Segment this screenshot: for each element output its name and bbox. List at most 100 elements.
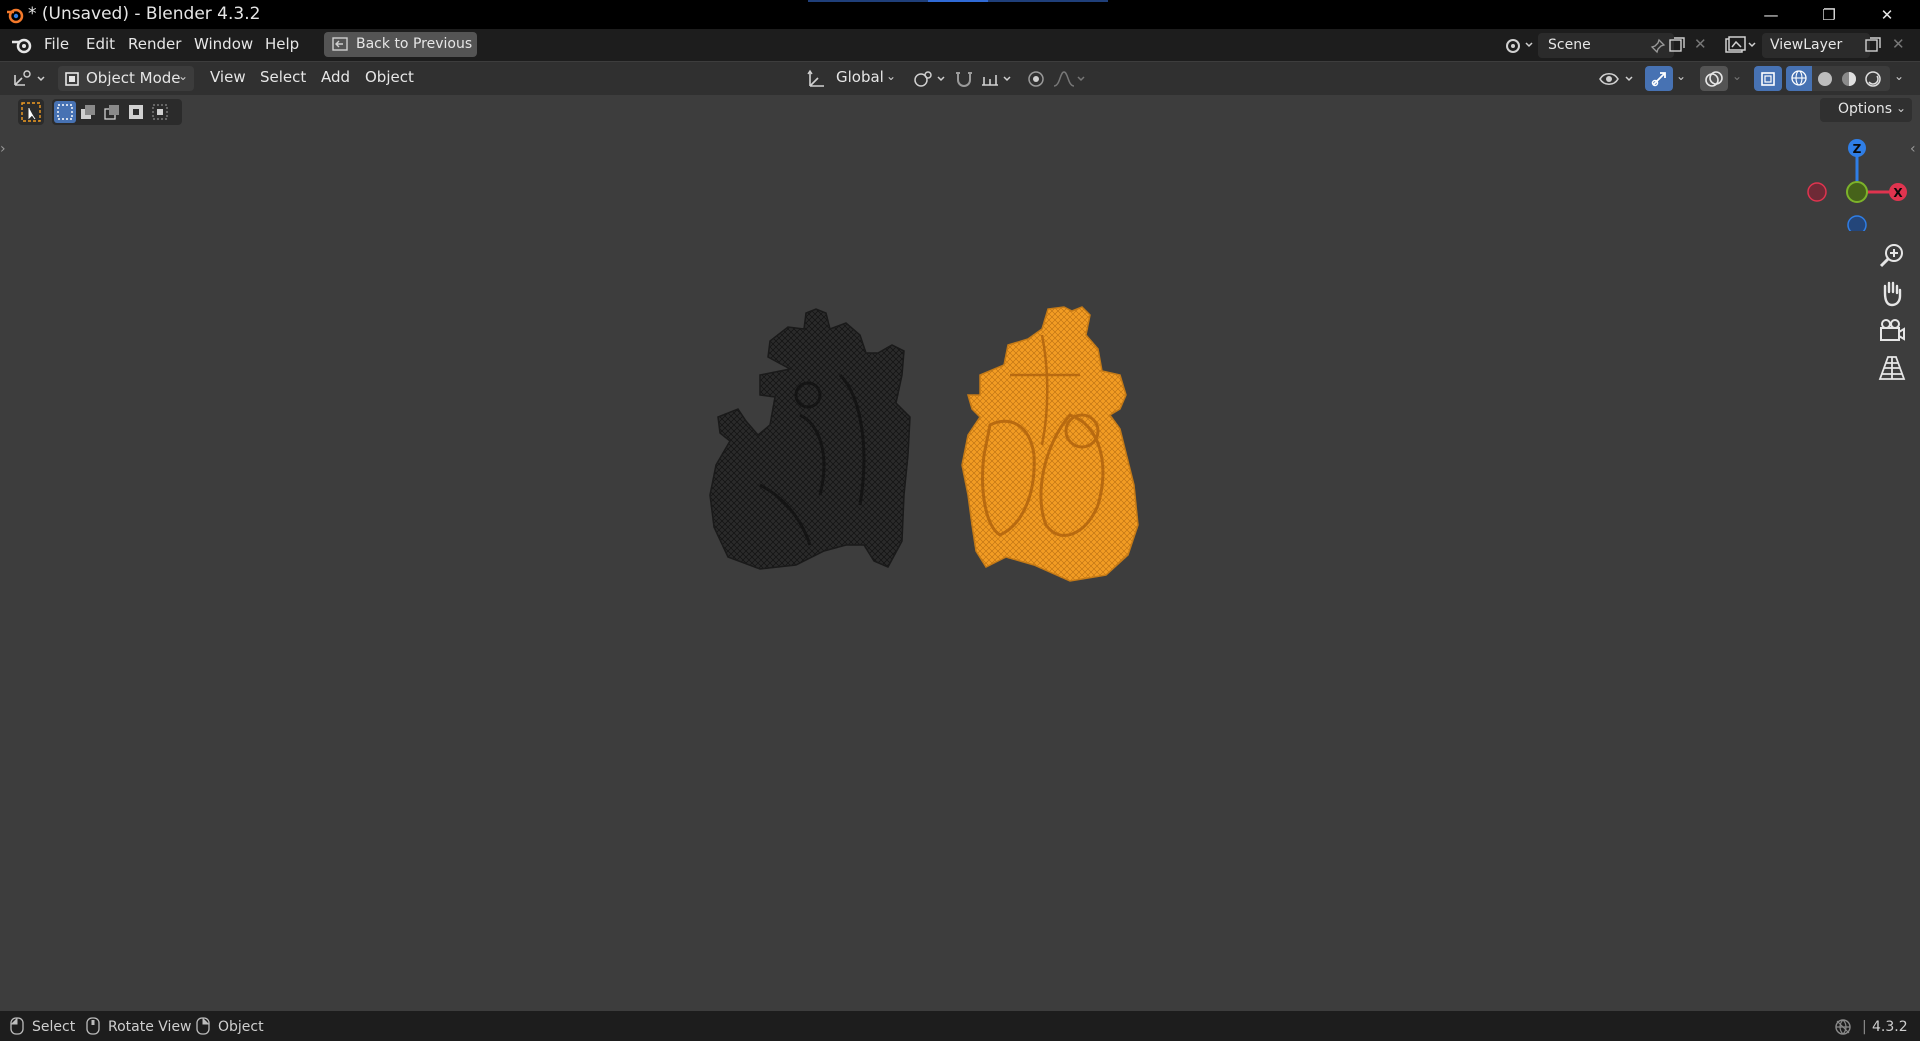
delete-view-layer-icon[interactable]: ✕ bbox=[1892, 35, 1905, 53]
back-arrow-icon bbox=[332, 37, 348, 51]
header-menu-select[interactable]: Select bbox=[260, 68, 306, 86]
editor-type-icon[interactable] bbox=[12, 69, 48, 89]
network-offline-icon bbox=[1835, 1019, 1851, 1035]
axis-z-label: Z bbox=[1853, 142, 1862, 156]
chevron-down-icon: ⌄ bbox=[886, 69, 897, 83]
status-select: Select bbox=[32, 1019, 76, 1035]
select-cursor-icon bbox=[21, 102, 41, 122]
pivot-point-icon[interactable] bbox=[912, 69, 948, 89]
restore-button[interactable]: ❐ bbox=[1800, 0, 1858, 29]
select-invert-icon[interactable] bbox=[128, 104, 144, 120]
snap-target-icon[interactable] bbox=[980, 69, 1016, 89]
view-layer-name: ViewLayer bbox=[1770, 37, 1843, 53]
select-extend-icon[interactable] bbox=[80, 104, 96, 120]
mouse-middle-icon bbox=[86, 1017, 100, 1035]
version-label: 4.3.2 bbox=[1872, 1019, 1908, 1035]
mouse-left-icon bbox=[10, 1017, 24, 1035]
menu-render[interactable]: Render bbox=[128, 35, 181, 53]
scene-name: Scene bbox=[1548, 37, 1591, 53]
menu-window[interactable]: Window bbox=[194, 35, 253, 53]
axis-y-ball[interactable] bbox=[1846, 181, 1868, 203]
pin-icon[interactable] bbox=[1650, 38, 1666, 54]
view-layer-icon[interactable] bbox=[1724, 35, 1758, 55]
zoom-view-icon[interactable] bbox=[1877, 241, 1907, 271]
view-layer-field[interactable]: ViewLayer bbox=[1762, 33, 1870, 58]
select-mode-set-button[interactable] bbox=[54, 101, 76, 123]
pan-hand-icon[interactable] bbox=[1877, 278, 1907, 308]
scene-type-icon[interactable] bbox=[1504, 35, 1536, 55]
menu-file[interactable]: File bbox=[44, 35, 69, 53]
delete-scene-icon[interactable]: ✕ bbox=[1694, 35, 1707, 53]
solid-shading-icon[interactable] bbox=[1817, 71, 1833, 87]
wireframe-sphere-icon bbox=[1791, 70, 1807, 86]
wireframe-shading-button[interactable] bbox=[1786, 66, 1812, 91]
select-intersect-icon[interactable] bbox=[152, 104, 168, 120]
title-accent-highlight bbox=[928, 0, 988, 2]
header-menu-object[interactable]: Object bbox=[365, 68, 414, 86]
window-title: * (Unsaved) - Blender 4.3.2 bbox=[28, 4, 261, 24]
falloff-curve-icon[interactable] bbox=[1052, 69, 1088, 89]
axis-neg-z-ball[interactable] bbox=[1847, 215, 1867, 231]
xray-toggle-button[interactable] bbox=[1754, 66, 1782, 91]
chevron-down-icon[interactable]: ⌄ bbox=[1894, 69, 1904, 83]
material-shading-icon[interactable] bbox=[1841, 71, 1857, 87]
status-bar: Select Rotate View Object | 4.3.2 bbox=[0, 1011, 1920, 1041]
gizmo-toggle-button[interactable] bbox=[1645, 66, 1673, 91]
xray-icon bbox=[1761, 72, 1775, 86]
new-view-layer-icon[interactable] bbox=[1864, 36, 1882, 54]
mode-label: Object Mode bbox=[86, 69, 181, 87]
camera-view-icon[interactable] bbox=[1877, 316, 1907, 346]
chevron-down-icon[interactable]: ⌄ bbox=[1676, 69, 1686, 83]
selectability-visibility-icon[interactable] bbox=[1598, 69, 1638, 89]
header-menu-add[interactable]: Add bbox=[321, 68, 350, 86]
chevron-down-icon[interactable]: ⌄ bbox=[1732, 69, 1742, 83]
scene-field[interactable]: Scene bbox=[1538, 33, 1674, 58]
minimize-button[interactable]: — bbox=[1742, 0, 1800, 29]
status-rotate-view: Rotate View bbox=[108, 1019, 192, 1035]
chevron-down-icon: ⌄ bbox=[178, 69, 189, 83]
magnet-snap-icon[interactable] bbox=[954, 69, 974, 89]
transform-orientation-icon[interactable] bbox=[806, 69, 828, 89]
selection-mode-group bbox=[52, 99, 182, 125]
header-menu-view[interactable]: View bbox=[210, 68, 246, 86]
chevron-down-icon: ⌄ bbox=[1896, 101, 1907, 115]
shading-mode-group bbox=[1786, 66, 1890, 91]
transform-orientation-label[interactable]: Global bbox=[836, 68, 884, 86]
options-label: Options bbox=[1838, 101, 1893, 117]
overlays-icon bbox=[1705, 71, 1723, 87]
new-scene-icon[interactable] bbox=[1668, 36, 1686, 54]
perspective-grid-icon[interactable] bbox=[1877, 353, 1907, 383]
gizmo-icon bbox=[1651, 72, 1666, 87]
mode-dropdown[interactable]: Object Mode ⌄ bbox=[58, 66, 194, 91]
status-object: Object bbox=[218, 1019, 264, 1035]
menu-help[interactable]: Help bbox=[265, 35, 299, 53]
back-to-previous-button[interactable]: Back to Previous bbox=[324, 32, 477, 57]
select-subtract-icon[interactable] bbox=[104, 104, 120, 120]
navigation-gizmo[interactable]: Z X bbox=[1800, 133, 1910, 231]
title-bar: * (Unsaved) - Blender 4.3.2 — ❐ ✕ bbox=[0, 0, 1920, 29]
object-mode-icon bbox=[65, 72, 79, 86]
back-to-previous-label: Back to Previous bbox=[356, 36, 473, 52]
axis-x-label: X bbox=[1893, 186, 1903, 200]
heart-mesh-dark[interactable] bbox=[709, 308, 911, 570]
overlays-toggle-button[interactable] bbox=[1700, 66, 1728, 91]
axis-neg-x-ball[interactable] bbox=[1807, 182, 1827, 202]
toolbar-expand-arrow-icon[interactable]: › bbox=[0, 141, 6, 157]
select-set-icon bbox=[57, 104, 73, 120]
top-menu-bar: File Edit Render Window Help Back to Pre… bbox=[0, 29, 1920, 61]
rendered-shading-icon[interactable] bbox=[1865, 71, 1881, 87]
blender-menu-icon[interactable] bbox=[10, 35, 34, 55]
viewport-header: Object Mode ⌄ View Select Add Object Glo… bbox=[0, 62, 1920, 95]
blender-logo-icon bbox=[7, 8, 24, 24]
heart-models[interactable] bbox=[650, 305, 1230, 775]
close-button[interactable]: ✕ bbox=[1858, 0, 1916, 29]
proportional-editing-icon[interactable] bbox=[1026, 69, 1046, 89]
mouse-right-icon bbox=[196, 1017, 210, 1035]
status-divider: | bbox=[1862, 1019, 1867, 1035]
sidebar-expand-arrow-icon[interactable]: ‹ bbox=[1910, 141, 1916, 157]
select-box-tool-button[interactable] bbox=[18, 99, 44, 125]
menu-edit[interactable]: Edit bbox=[86, 35, 115, 53]
heart-mesh-selected[interactable] bbox=[961, 306, 1139, 582]
3d-viewport[interactable]: Options ⌄ › ‹ Z X bbox=[0, 95, 1920, 1011]
options-dropdown[interactable]: Options ⌄ bbox=[1820, 98, 1912, 122]
